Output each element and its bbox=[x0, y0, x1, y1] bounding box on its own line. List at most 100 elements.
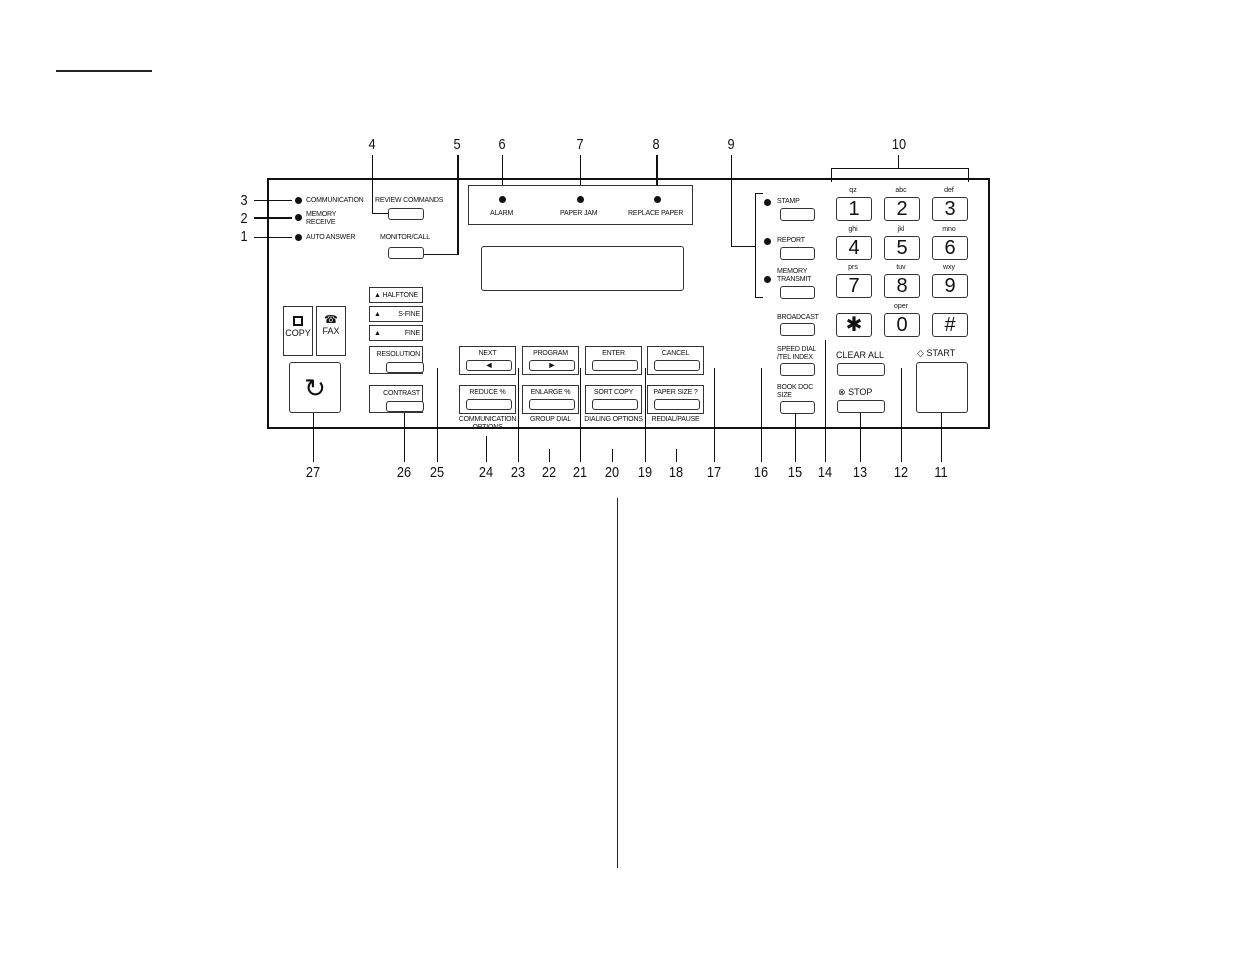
function-key-button[interactable]: ◄ bbox=[466, 360, 512, 371]
callout-line bbox=[580, 368, 581, 462]
clear-all-label: CLEAR ALL bbox=[836, 350, 885, 360]
options-label: OPTIONS bbox=[472, 424, 503, 431]
function-key-alt-label: DIALING OPTIONS bbox=[584, 416, 643, 423]
callout-7: 7 bbox=[576, 136, 584, 153]
copy-button[interactable]: COPY bbox=[283, 306, 313, 356]
function-key-alt-label: REDIAL/PAUSE bbox=[651, 416, 700, 423]
start-label: ◇ START bbox=[917, 348, 956, 358]
keypad-key[interactable]: 5 bbox=[884, 236, 920, 260]
monitor-call-button[interactable] bbox=[388, 247, 424, 259]
copy-fax-toggle-button[interactable]: ↻ bbox=[289, 362, 341, 413]
column-divider bbox=[617, 498, 618, 868]
function-key-alt-label: GROUP DIAL bbox=[529, 416, 572, 423]
function-key-label: PAPER SIZE ? bbox=[653, 389, 698, 396]
function-key-button[interactable]: ► bbox=[529, 360, 575, 371]
function-key-button[interactable] bbox=[654, 360, 700, 371]
stop-label: ⊗ STOP bbox=[838, 387, 873, 397]
lcd-display bbox=[481, 246, 684, 291]
callout-line bbox=[676, 449, 677, 462]
copy-icon bbox=[293, 316, 303, 326]
paper-jam-label: PAPER JAM bbox=[560, 210, 598, 217]
monitor-call-label: MONITOR/CALL bbox=[380, 234, 430, 241]
keypad-key[interactable]: ✱ bbox=[836, 313, 872, 337]
broadcast-button[interactable] bbox=[780, 323, 815, 336]
alarm-led bbox=[499, 196, 506, 203]
memory-transmit-button[interactable] bbox=[780, 286, 815, 299]
contrast-button[interactable] bbox=[386, 401, 424, 412]
keypad-key[interactable]: # bbox=[932, 313, 968, 337]
function-key-button[interactable] bbox=[654, 399, 700, 410]
book-doc-size-button[interactable] bbox=[780, 401, 815, 414]
function-key-label: ENTER bbox=[602, 350, 625, 357]
callout-25: 25 bbox=[429, 464, 445, 481]
function-key-label: SORT COPY bbox=[593, 389, 634, 396]
callout-line bbox=[645, 368, 646, 462]
review-commands-button[interactable] bbox=[388, 208, 424, 220]
auto-answer-led bbox=[295, 234, 302, 241]
replace-paper-led bbox=[654, 196, 661, 203]
function-key-button[interactable] bbox=[592, 399, 638, 410]
communication-led bbox=[295, 197, 302, 204]
callout-13: 13 bbox=[852, 464, 868, 481]
sfine-indicator: ▲ S-FINE bbox=[369, 306, 423, 322]
callout-23: 23 bbox=[510, 464, 526, 481]
callout-line bbox=[941, 413, 942, 462]
callout-14: 14 bbox=[817, 464, 833, 481]
function-key-label: CANCEL bbox=[661, 350, 690, 357]
callout-22: 22 bbox=[541, 464, 557, 481]
keypad-key[interactable]: 0 bbox=[884, 313, 920, 337]
keypad-key[interactable]: 8 bbox=[884, 274, 920, 298]
keypad-key[interactable]: 7 bbox=[836, 274, 872, 298]
stop-icon: ⊗ bbox=[838, 387, 846, 397]
callout-6: 6 bbox=[498, 136, 506, 153]
stamp-button[interactable] bbox=[780, 208, 815, 221]
key-letters: jkl bbox=[897, 226, 905, 233]
stamp-led bbox=[764, 199, 771, 206]
callout-line bbox=[518, 368, 519, 462]
callout-11: 11 bbox=[934, 464, 948, 481]
resolution-button[interactable] bbox=[386, 362, 424, 373]
function-key-button[interactable] bbox=[592, 360, 638, 371]
speed-dial-label: SPEED DIAL/TEL INDEX bbox=[777, 346, 817, 361]
auto-answer-label: AUTO ANSWER bbox=[306, 234, 356, 241]
callout-26: 26 bbox=[396, 464, 412, 481]
callout-12: 12 bbox=[893, 464, 909, 481]
function-key-button[interactable] bbox=[466, 399, 512, 410]
speed-dial-button[interactable] bbox=[780, 363, 815, 376]
keypad-key[interactable]: 6 bbox=[932, 236, 968, 260]
memory-transmit-led bbox=[764, 276, 771, 283]
callout-27: 27 bbox=[305, 464, 321, 481]
callout-21: 21 bbox=[572, 464, 588, 481]
callout-2: 2 bbox=[240, 210, 248, 227]
callout-line bbox=[825, 340, 826, 462]
report-button[interactable] bbox=[780, 247, 815, 260]
callout-1: 1 bbox=[240, 228, 248, 245]
fax-button[interactable]: ☎ FAX bbox=[316, 306, 346, 356]
function-key-button[interactable] bbox=[529, 399, 575, 410]
report-label: REPORT bbox=[777, 237, 805, 244]
keypad-key[interactable]: 9 bbox=[932, 274, 968, 298]
key-letters: mno bbox=[942, 226, 956, 233]
callout-19: 19 bbox=[637, 464, 653, 481]
callout-line bbox=[612, 449, 613, 462]
stop-button[interactable] bbox=[837, 400, 885, 413]
keypad-key[interactable]: 1 bbox=[836, 197, 872, 221]
keypad-key[interactable]: 3 bbox=[932, 197, 968, 221]
report-led bbox=[764, 238, 771, 245]
callout-9: 9 bbox=[727, 136, 735, 153]
fine-indicator: ▲ FINE bbox=[369, 325, 423, 341]
callout-20: 20 bbox=[604, 464, 620, 481]
keypad-key[interactable]: 4 bbox=[836, 236, 872, 260]
callout-17: 17 bbox=[706, 464, 722, 481]
key-letters: def bbox=[944, 187, 954, 194]
function-key-label: REDUCE % bbox=[469, 389, 506, 396]
function-key-label: PROGRAM bbox=[533, 350, 568, 357]
key-letters: wxy bbox=[942, 264, 956, 271]
start-button[interactable] bbox=[916, 362, 968, 413]
keypad-key[interactable]: 2 bbox=[884, 197, 920, 221]
key-letters: abc bbox=[895, 187, 907, 194]
replace-paper-label: REPLACE PAPER bbox=[628, 210, 684, 217]
clear-all-button[interactable] bbox=[837, 363, 885, 376]
header-rule bbox=[56, 70, 152, 72]
alarm-label: ALARM bbox=[490, 210, 514, 217]
